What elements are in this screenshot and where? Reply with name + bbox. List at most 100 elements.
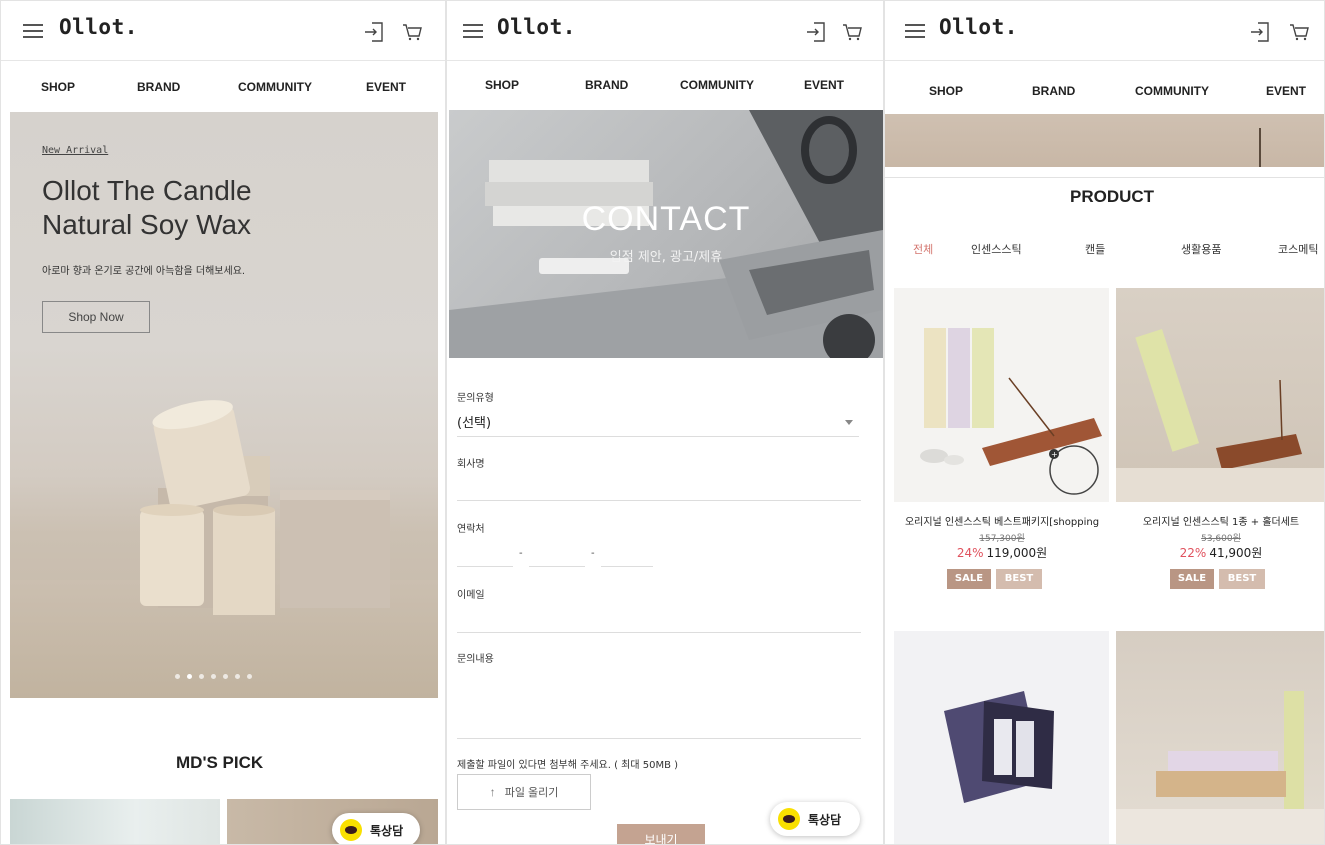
tab-all[interactable]: 전체 xyxy=(913,241,933,257)
nav-brand[interactable]: BRAND xyxy=(1032,84,1075,98)
nav-event[interactable]: EVENT xyxy=(366,80,406,94)
incense-package-photo: + xyxy=(920,328,1102,495)
product-original-price: 157,300원 xyxy=(979,534,1025,544)
tab-incense[interactable]: 인센스스틱 xyxy=(971,241,1022,257)
product-screen: Ollot. SHOP BRAND COMMUNITY EVENT PRODUC… xyxy=(884,0,1325,845)
logo[interactable]: Ollot. xyxy=(497,15,576,39)
slide-dot[interactable] xyxy=(235,674,240,679)
slide-dot[interactable] xyxy=(223,674,228,679)
divider xyxy=(457,436,859,437)
product-discount: 22% xyxy=(1179,546,1207,560)
product-sale-price: 41,900원 xyxy=(1209,546,1263,560)
mds-pick-title: MD'S PICK xyxy=(176,753,264,772)
hero-eyebrow[interactable]: New Arrival xyxy=(42,145,108,156)
kakao-chat-label: 톡상담 xyxy=(370,824,404,838)
product-discount: 24% xyxy=(956,546,984,560)
incense-box-photo xyxy=(1116,691,1324,844)
kakao-chat-button[interactable]: 톡상담 xyxy=(332,813,420,844)
inquiry-type-label: 문의유형 xyxy=(457,393,494,404)
svg-text:+: + xyxy=(1051,450,1058,459)
kakao-chat-button[interactable]: 톡상담 xyxy=(770,802,860,836)
nav-event[interactable]: EVENT xyxy=(804,78,844,92)
phone-separator: - xyxy=(591,548,595,559)
product-original-price: 53,600원 xyxy=(1201,534,1241,544)
hero-title-line2: Natural Soy Wax xyxy=(42,209,252,240)
header: Ollot. xyxy=(447,1,883,61)
nav-shop[interactable]: SHOP xyxy=(929,84,963,98)
nav-brand[interactable]: BRAND xyxy=(585,78,628,92)
nav-community[interactable]: COMMUNITY xyxy=(1135,84,1209,98)
login-icon[interactable] xyxy=(1249,21,1271,43)
logo[interactable]: Ollot. xyxy=(939,15,1018,39)
hero-subtitle: 아로마 향과 온기로 공간에 아늑함을 더해보세요. xyxy=(42,266,246,277)
chevron-down-icon xyxy=(845,420,853,425)
logo[interactable]: Ollot. xyxy=(59,15,138,39)
hero-banner[interactable]: New Arrival Ollot The Candle Natural Soy… xyxy=(10,112,438,698)
divider xyxy=(885,177,1324,178)
content-textarea[interactable] xyxy=(457,671,861,739)
tab-candle[interactable]: 캔들 xyxy=(1085,241,1105,257)
incense-stick-graphic xyxy=(1259,128,1261,167)
product-image-2[interactable] xyxy=(1116,288,1324,502)
submit-button[interactable]: 보내기 xyxy=(617,824,705,844)
phone-input-2[interactable] xyxy=(529,547,585,567)
nav-brand[interactable]: BRAND xyxy=(137,80,180,94)
phone-input-3[interactable] xyxy=(601,547,653,567)
nav-event[interactable]: EVENT xyxy=(1266,84,1306,98)
phone-input-1[interactable] xyxy=(457,547,513,567)
file-upload-button[interactable]: ↑ 파일 올리기 xyxy=(457,774,591,810)
hamburger-menu-icon[interactable] xyxy=(905,22,927,40)
best-badge: BEST xyxy=(1219,569,1265,589)
login-icon[interactable] xyxy=(805,21,827,43)
inquiry-type-value: (선택) xyxy=(457,416,492,431)
product-name[interactable]: 오리지널 인센스스틱 1종 + 홀더세트 xyxy=(1116,513,1324,528)
company-input[interactable] xyxy=(457,477,861,501)
main-nav: SHOP BRAND COMMUNITY EVENT xyxy=(885,62,1324,114)
shop-now-button[interactable]: Shop Now xyxy=(42,301,150,333)
hero-title: Ollot The Candle Natural Soy Wax xyxy=(42,174,422,242)
tab-living[interactable]: 생활용품 xyxy=(1181,241,1221,257)
nav-community[interactable]: COMMUNITY xyxy=(238,80,312,94)
main-nav: SHOP BRAND COMMUNITY EVENT xyxy=(447,62,883,110)
file-hint: 제출할 파일이 있다면 첨부해 주세요. ( 최대 50MB ) xyxy=(457,760,679,771)
sale-badge: SALE xyxy=(947,569,991,589)
nav-shop[interactable]: SHOP xyxy=(41,80,75,94)
slide-dot[interactable] xyxy=(175,674,180,679)
hamburger-menu-icon[interactable] xyxy=(23,22,45,40)
file-upload-label: 파일 올리기 xyxy=(504,787,559,799)
sale-badge: SALE xyxy=(1170,569,1214,589)
upload-icon: ↑ xyxy=(489,785,496,799)
gift-box-photo xyxy=(944,691,1054,803)
hamburger-menu-icon[interactable] xyxy=(463,22,485,40)
product-image-4[interactable] xyxy=(1116,631,1324,844)
login-icon[interactable] xyxy=(363,21,385,43)
nav-community[interactable]: COMMUNITY xyxy=(680,78,754,92)
slide-dot[interactable] xyxy=(199,674,204,679)
product-name[interactable]: 오리지널 인센스스틱 베스트패키지[shopping xyxy=(893,513,1111,528)
hero-title-line1: Ollot The Candle xyxy=(42,175,252,206)
cart-icon[interactable] xyxy=(841,21,863,43)
slide-dot[interactable] xyxy=(247,674,252,679)
phone-label: 연락처 xyxy=(457,524,485,535)
category-tabs: 전체 인센스스틱 캔들 생활용품 코스메틱 xyxy=(885,241,1324,261)
product-image-1[interactable]: + xyxy=(894,288,1109,502)
cart-icon[interactable] xyxy=(401,21,423,43)
cart-icon[interactable] xyxy=(1288,21,1310,43)
product-title: PRODUCT xyxy=(1070,187,1155,206)
incense-holder-photo xyxy=(1116,328,1324,502)
mds-pick-item-1[interactable] xyxy=(10,799,220,844)
content-label: 문의내용 xyxy=(457,654,494,665)
tab-cosmetic[interactable]: 코스메틱 xyxy=(1278,241,1318,257)
nav-shop[interactable]: SHOP xyxy=(485,78,519,92)
slide-dot[interactable] xyxy=(187,674,192,679)
header: Ollot. xyxy=(1,1,445,61)
phone-separator: - xyxy=(519,548,523,559)
product-price: 22% 41,900원 xyxy=(1116,544,1324,561)
inquiry-type-select[interactable]: (선택) xyxy=(457,412,861,434)
contact-screen: Ollot. SHOP BRAND COMMUNITY EVENT CONTAC… xyxy=(446,0,884,845)
kakao-icon xyxy=(340,819,362,841)
slide-dot[interactable] xyxy=(211,674,216,679)
product-image-3[interactable] xyxy=(894,631,1109,844)
email-input[interactable] xyxy=(457,609,861,633)
banner-strip[interactable] xyxy=(885,114,1324,167)
